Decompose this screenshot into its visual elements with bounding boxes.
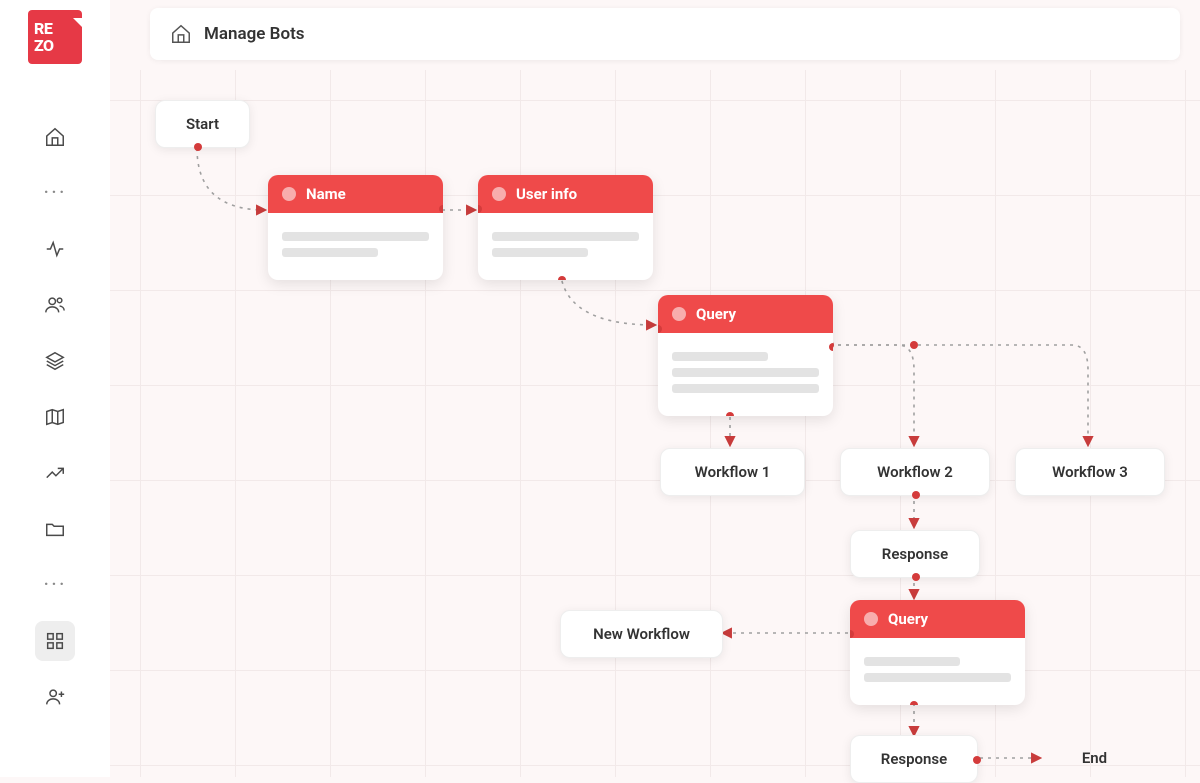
node-header: User info (478, 175, 653, 213)
node-body (658, 333, 833, 416)
users-icon (44, 294, 66, 316)
folder-icon (44, 518, 66, 540)
node-title: User info (516, 185, 577, 203)
node-title: Name (306, 185, 346, 203)
node-body (478, 213, 653, 280)
status-dot-icon (672, 307, 686, 321)
activity-icon (44, 238, 66, 260)
node-workflow-1[interactable]: Workflow 1 (660, 448, 805, 496)
node-header: Name (268, 175, 443, 213)
node-query-1[interactable]: Query (658, 295, 833, 416)
nav-layers[interactable] (35, 341, 75, 381)
node-name[interactable]: Name (268, 175, 443, 280)
nav-activity[interactable] (35, 229, 75, 269)
node-label: New Workflow (593, 625, 690, 643)
status-dot-icon (282, 187, 296, 201)
node-workflow-3[interactable]: Workflow 3 (1015, 448, 1165, 496)
nav-grid[interactable] (35, 621, 75, 661)
node-label: End (1082, 749, 1107, 767)
node-start[interactable]: Start (155, 100, 250, 148)
node-response-2[interactable]: Response (850, 735, 978, 783)
brand-logo: RE ZO (28, 10, 82, 64)
node-label: Response (882, 545, 948, 563)
node-body (268, 213, 443, 280)
node-title: Query (696, 305, 736, 323)
node-header: Query (850, 600, 1025, 638)
node-label: Workflow 3 (1052, 463, 1128, 481)
node-header: Query (658, 295, 833, 333)
header-bar: Manage Bots (150, 8, 1180, 60)
layers-icon (44, 350, 66, 372)
trending-icon (44, 462, 66, 484)
node-response-1[interactable]: Response (850, 530, 980, 578)
nav-more-1[interactable]: ··· (35, 173, 75, 213)
brand-line2: ZO (34, 37, 54, 54)
nav-trending[interactable] (35, 453, 75, 493)
node-new-workflow[interactable]: New Workflow (560, 610, 723, 658)
home-icon (44, 126, 66, 148)
flow-canvas[interactable]: Start Name User info Query (110, 70, 1200, 777)
nav-home[interactable] (35, 117, 75, 157)
user-plus-icon (44, 686, 66, 708)
status-dot-icon (492, 187, 506, 201)
nav-map[interactable] (35, 397, 75, 437)
node-body (850, 638, 1025, 705)
node-label: Start (186, 115, 219, 133)
node-label: Workflow 2 (877, 463, 953, 481)
map-icon (44, 406, 66, 428)
status-dot-icon (864, 612, 878, 626)
nav-folder[interactable] (35, 509, 75, 549)
grid-icon (44, 630, 66, 652)
home-icon (170, 23, 192, 45)
nav-user-plus[interactable] (35, 677, 75, 717)
node-title: Query (888, 610, 928, 628)
node-end[interactable]: End (1042, 735, 1147, 781)
brand-line1: RE (34, 20, 52, 37)
nav-more-2[interactable]: ··· (35, 565, 75, 605)
node-query-2[interactable]: Query (850, 600, 1025, 705)
page-title: Manage Bots (204, 24, 305, 44)
node-label: Workflow 1 (695, 463, 771, 481)
nav-users[interactable] (35, 285, 75, 325)
node-user-info[interactable]: User info (478, 175, 653, 280)
sidebar: RE ZO ··· ··· (0, 0, 110, 777)
node-workflow-2[interactable]: Workflow 2 (840, 448, 990, 496)
node-label: Response (881, 750, 947, 768)
